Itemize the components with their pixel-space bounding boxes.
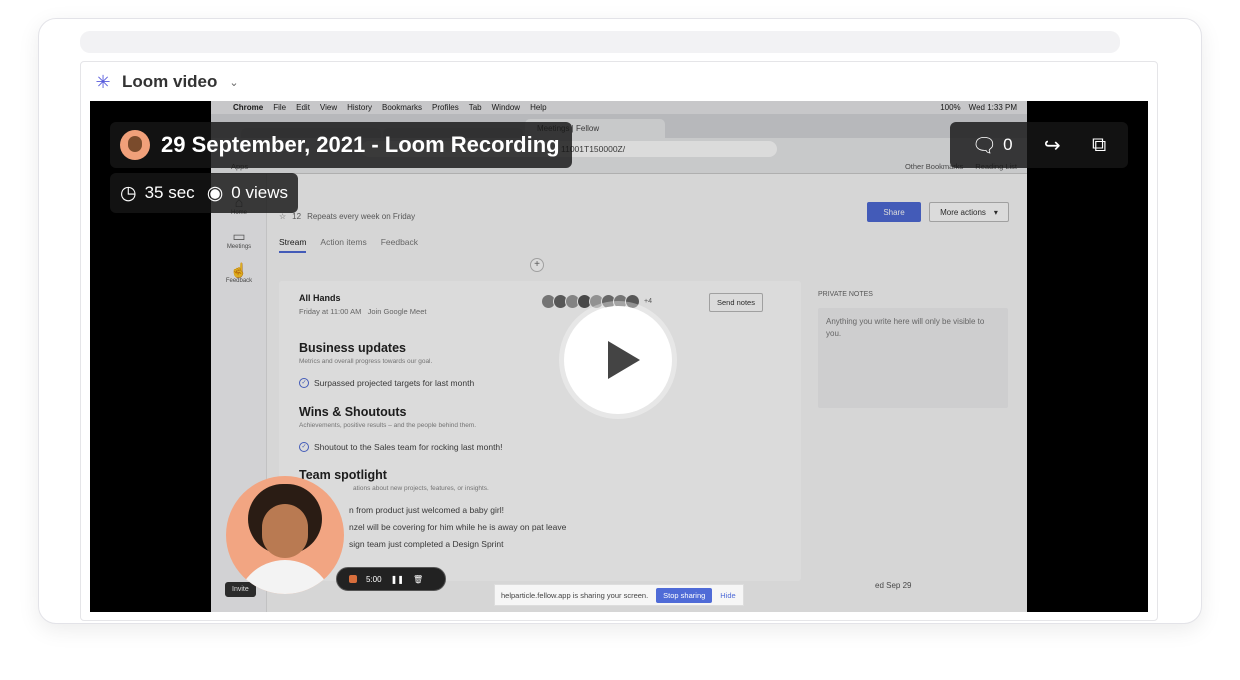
eye-icon: ◉ [206,182,224,204]
play-button[interactable] [564,306,672,414]
top-placeholder-bar [80,31,1120,53]
share-arrow-icon[interactable]: ↪ [1044,133,1061,158]
comments-count: 0 [1003,135,1013,154]
clock-icon: ◷ [120,182,137,204]
pause-icon: ❚❚ [390,574,404,584]
recorder-controls: 5:00 ❚❚ 🗑 [336,567,446,591]
hide-link: Hide [720,590,736,600]
record-icon [349,575,357,583]
video-views: 0 views [231,183,288,202]
sharing-text: helparticle.fellow.app is sharing your s… [501,590,649,600]
external-link-icon[interactable]: ⧉ [1092,134,1106,157]
video-actions: 🗨 0 ↪ ⧉ [950,122,1128,168]
avatar [120,130,150,160]
loom-logo-icon: ✳ [95,72,111,92]
comment-icon: 🗨 [971,134,998,157]
chevron-down-icon[interactable]: ⌄ [229,76,238,89]
comments-button[interactable]: 🗨 0 [972,133,1013,158]
presenter-shirt [236,560,334,594]
stop-sharing-button: Stop sharing [656,587,713,603]
trash-icon: 🗑 [412,574,424,584]
presenter-face [262,504,308,558]
screen-sharing-bar: helparticle.fellow.app is sharing your s… [494,584,744,606]
video-meta-pill: ◷ 35 sec ◉ 0 views [110,173,298,213]
embed-header[interactable]: ✳ Loom video ⌄ [94,70,238,94]
video-player[interactable]: Chrome File Edit View History Bookmarks … [90,101,1148,612]
embed-title: Loom video [122,72,218,91]
recorder-time: 5:00 [366,574,382,584]
video-title[interactable]: 29 September, 2021 - Loom Recording [161,132,560,158]
video-title-pill[interactable]: 29 September, 2021 - Loom Recording [110,122,572,168]
video-duration: 35 sec [144,183,195,202]
presenter-camera-bubble [226,476,344,594]
